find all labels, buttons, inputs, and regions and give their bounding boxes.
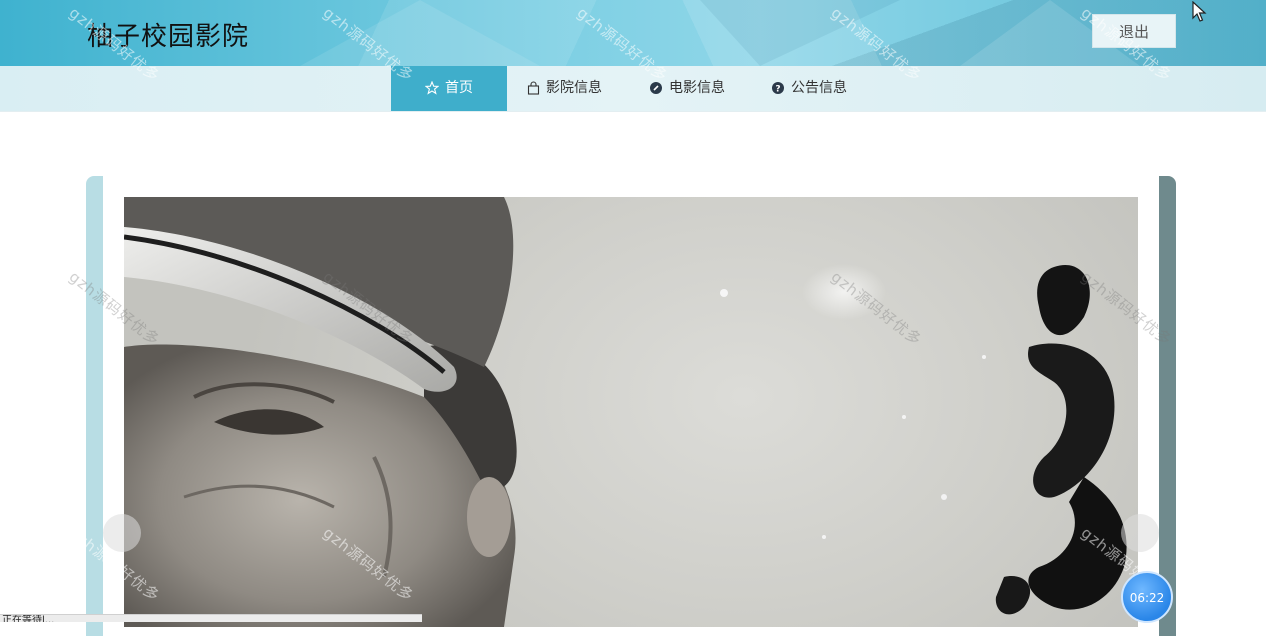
question-circle-icon: ? (772, 82, 784, 95)
nav-item-label: 电影信息 (669, 80, 725, 96)
svg-text:?: ? (775, 85, 780, 95)
carousel-frame-right (1159, 176, 1176, 636)
logout-button[interactable]: 退出 (1092, 14, 1176, 48)
bag-icon (527, 81, 540, 95)
top-header: 柚子校园影院 退出 (0, 0, 1266, 66)
timer-badge[interactable]: 06:22 (1121, 571, 1173, 623)
header-decor (300, 0, 540, 66)
banner-image[interactable] (124, 197, 1138, 627)
mouse-cursor-icon (1192, 1, 1207, 22)
nav-item-home[interactable]: 首页 (391, 66, 507, 111)
movie-poster-illustration (124, 197, 1127, 627)
header-decor (700, 0, 900, 66)
nav-item-movie-info[interactable]: 电影信息 (649, 66, 725, 111)
nav-item-label: 公告信息 (791, 80, 847, 96)
nav-item-cinema-info[interactable]: 影院信息 (527, 66, 602, 111)
info-circle-icon (650, 82, 662, 94)
star-icon (425, 81, 439, 95)
nav-item-announcements[interactable]: ? 公告信息 (771, 66, 847, 111)
site-title: 柚子校园影院 (87, 22, 250, 52)
browser-status-bar: 正在等待l... (0, 614, 422, 622)
carousel-next-button[interactable] (1121, 514, 1159, 552)
carousel-frame-left (86, 176, 103, 636)
carousel-prev-button[interactable] (103, 514, 141, 552)
nav-item-label: 首页 (445, 80, 473, 96)
nav-item-label: 影院信息 (546, 80, 602, 96)
main-nav: 首页 影院信息 电影信息 ? 公告信息 (0, 66, 1266, 112)
